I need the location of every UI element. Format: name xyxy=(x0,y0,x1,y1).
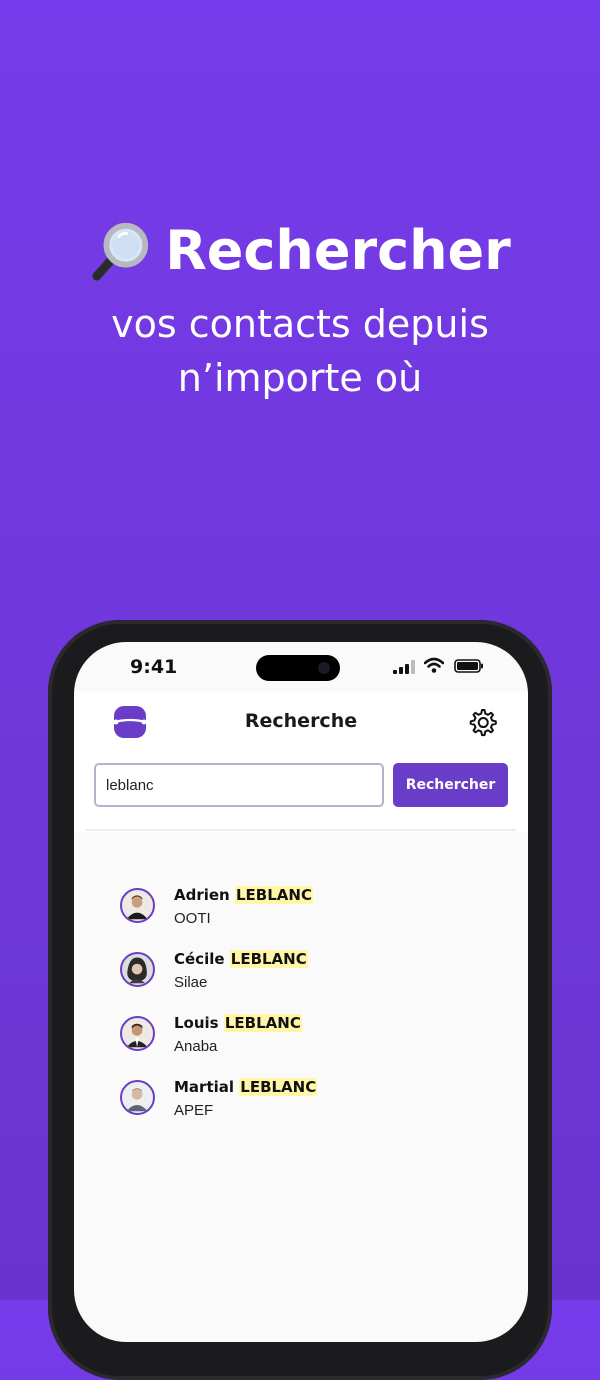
avatar xyxy=(120,1080,155,1115)
contact-name: Cécile LEBLANC xyxy=(174,950,308,968)
avatar xyxy=(120,952,155,987)
avatar xyxy=(120,888,155,923)
hero: Rechercher vos contacts depuis n’importe… xyxy=(0,215,600,405)
list-item[interactable]: Adrien LEBLANC OOTI xyxy=(120,882,480,938)
list-item[interactable]: Martial LEBLANC APEF xyxy=(120,1074,480,1130)
hero-subtitle-line2: n’importe où xyxy=(177,356,423,400)
magnifying-glass-icon xyxy=(92,222,149,281)
dynamic-island xyxy=(256,655,340,681)
name-highlight: LEBLANC xyxy=(223,1014,302,1032)
contact-name: Martial LEBLANC xyxy=(174,1078,318,1096)
name-highlight: LEBLANC xyxy=(229,950,308,968)
contact-company: Silae xyxy=(174,974,208,991)
divider xyxy=(86,829,516,831)
hero-title: Rechercher xyxy=(0,215,600,287)
search-button[interactable]: Rechercher xyxy=(393,763,508,807)
search-input[interactable] xyxy=(94,763,384,807)
list-item[interactable]: Louis LEBLANC Anaba xyxy=(120,1010,480,1066)
app-bar: Recherche Rechercher xyxy=(74,692,528,832)
wifi-icon xyxy=(424,657,444,673)
page-title: Recherche xyxy=(244,710,358,732)
gear-icon[interactable] xyxy=(466,706,498,738)
contact-name: Louis LEBLANC xyxy=(174,1014,302,1032)
status-bar: 9:41 xyxy=(74,642,528,692)
name-highlight: LEBLANC xyxy=(239,1078,318,1096)
battery-icon xyxy=(454,659,483,673)
signal-icon xyxy=(393,660,415,674)
hero-subtitle-line1: vos contacts depuis xyxy=(111,302,489,346)
contact-company: OOTI xyxy=(174,910,211,927)
avatar xyxy=(120,1016,155,1051)
phone-screen: 9:41 Recherche leblanc Rechercher Adrien… xyxy=(74,642,528,1342)
hero-title-text: Rechercher xyxy=(165,219,511,282)
contact-company: Anaba xyxy=(174,1038,218,1055)
list-item[interactable]: Cécile LEBLANC Silae xyxy=(120,946,480,1002)
name-highlight: LEBLANC xyxy=(234,886,313,904)
contact-company: APEF xyxy=(174,1102,214,1119)
status-time: 9:41 xyxy=(130,656,178,678)
contact-name: Adrien LEBLANC xyxy=(174,886,313,904)
hero-subtitle: vos contacts depuis n’importe où xyxy=(0,297,600,405)
